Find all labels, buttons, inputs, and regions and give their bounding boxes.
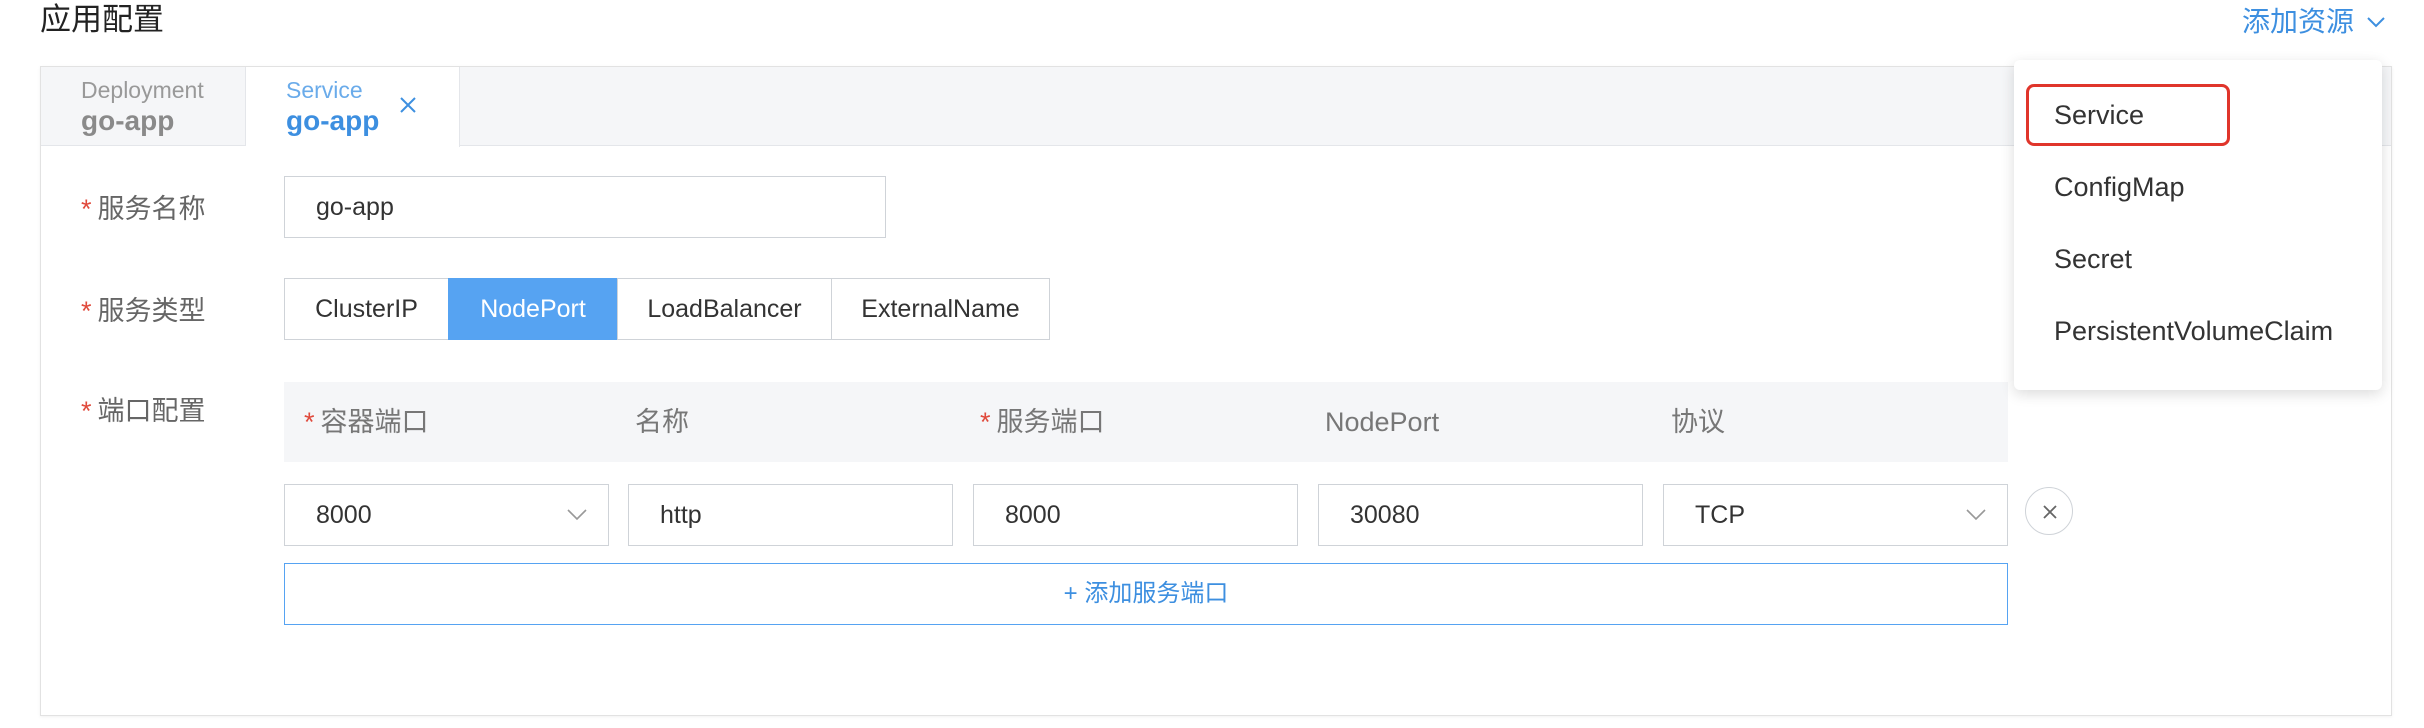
tab-name: go-app <box>81 105 175 136</box>
service-name-label: * 服务名称 <box>81 194 206 224</box>
protocol-select[interactable]: TCP <box>1663 484 2008 546</box>
close-icon <box>2043 505 2057 519</box>
node-port-input[interactable]: 30080 <box>1318 484 1643 546</box>
tab-kind: Deployment <box>81 77 204 103</box>
add-resource-dropdown: Service ConfigMap Secret PersistentVolum… <box>2014 60 2382 390</box>
dropdown-item-configmap[interactable]: ConfigMap <box>2014 151 2382 223</box>
port-name-input[interactable]: http <box>628 484 953 546</box>
dropdown-item-service[interactable]: Service <box>2014 79 2382 151</box>
chevron-down-icon <box>2367 17 2385 28</box>
service-name-input[interactable]: go-app <box>284 176 886 238</box>
service-type-loadbalancer[interactable]: LoadBalancer <box>617 278 832 340</box>
service-type-clusterip[interactable]: ClusterIP <box>284 278 449 340</box>
add-resource-button[interactable]: 添加资源 <box>2242 0 2388 44</box>
header-nodeport: NodePort <box>1325 407 1440 437</box>
ports-label: * 端口配置 <box>81 396 206 426</box>
chevron-down-icon <box>567 509 587 521</box>
container-port-value: 8000 <box>316 501 372 529</box>
header-protocol: 协议 <box>1671 407 1725 437</box>
service-type-externalname[interactable]: ExternalName <box>831 278 1050 340</box>
header-name: 名称 <box>635 407 689 437</box>
tab-service[interactable]: Service go-app <box>246 67 460 147</box>
tab-deployment[interactable]: Deployment go-app <box>41 67 246 146</box>
add-service-port-button[interactable]: + 添加服务端口 <box>284 563 2008 625</box>
chevron-down-icon <box>1966 509 1986 521</box>
service-type-nodeport[interactable]: NodePort <box>448 278 618 340</box>
add-resource-label: 添加资源 <box>2241 6 2354 37</box>
ports-table-header: * 容器端口 名称 * 服务端口 NodePort 协议 <box>284 382 2008 462</box>
dropdown-item-secret[interactable]: Secret <box>2014 223 2382 295</box>
close-icon[interactable] <box>397 94 419 116</box>
remove-port-button[interactable] <box>2025 487 2073 535</box>
header-container-port: * 容器端口 <box>304 407 429 437</box>
service-type-label: * 服务类型 <box>81 296 206 326</box>
page-title: 应用配置 <box>40 2 164 37</box>
dropdown-item-pvc[interactable]: PersistentVolumeClaim <box>2014 295 2382 367</box>
service-port-input[interactable]: 8000 <box>973 484 1298 546</box>
protocol-value: TCP <box>1695 501 1745 529</box>
header-service-port: * 服务端口 <box>980 407 1105 437</box>
container-port-select[interactable]: 8000 <box>284 484 609 546</box>
